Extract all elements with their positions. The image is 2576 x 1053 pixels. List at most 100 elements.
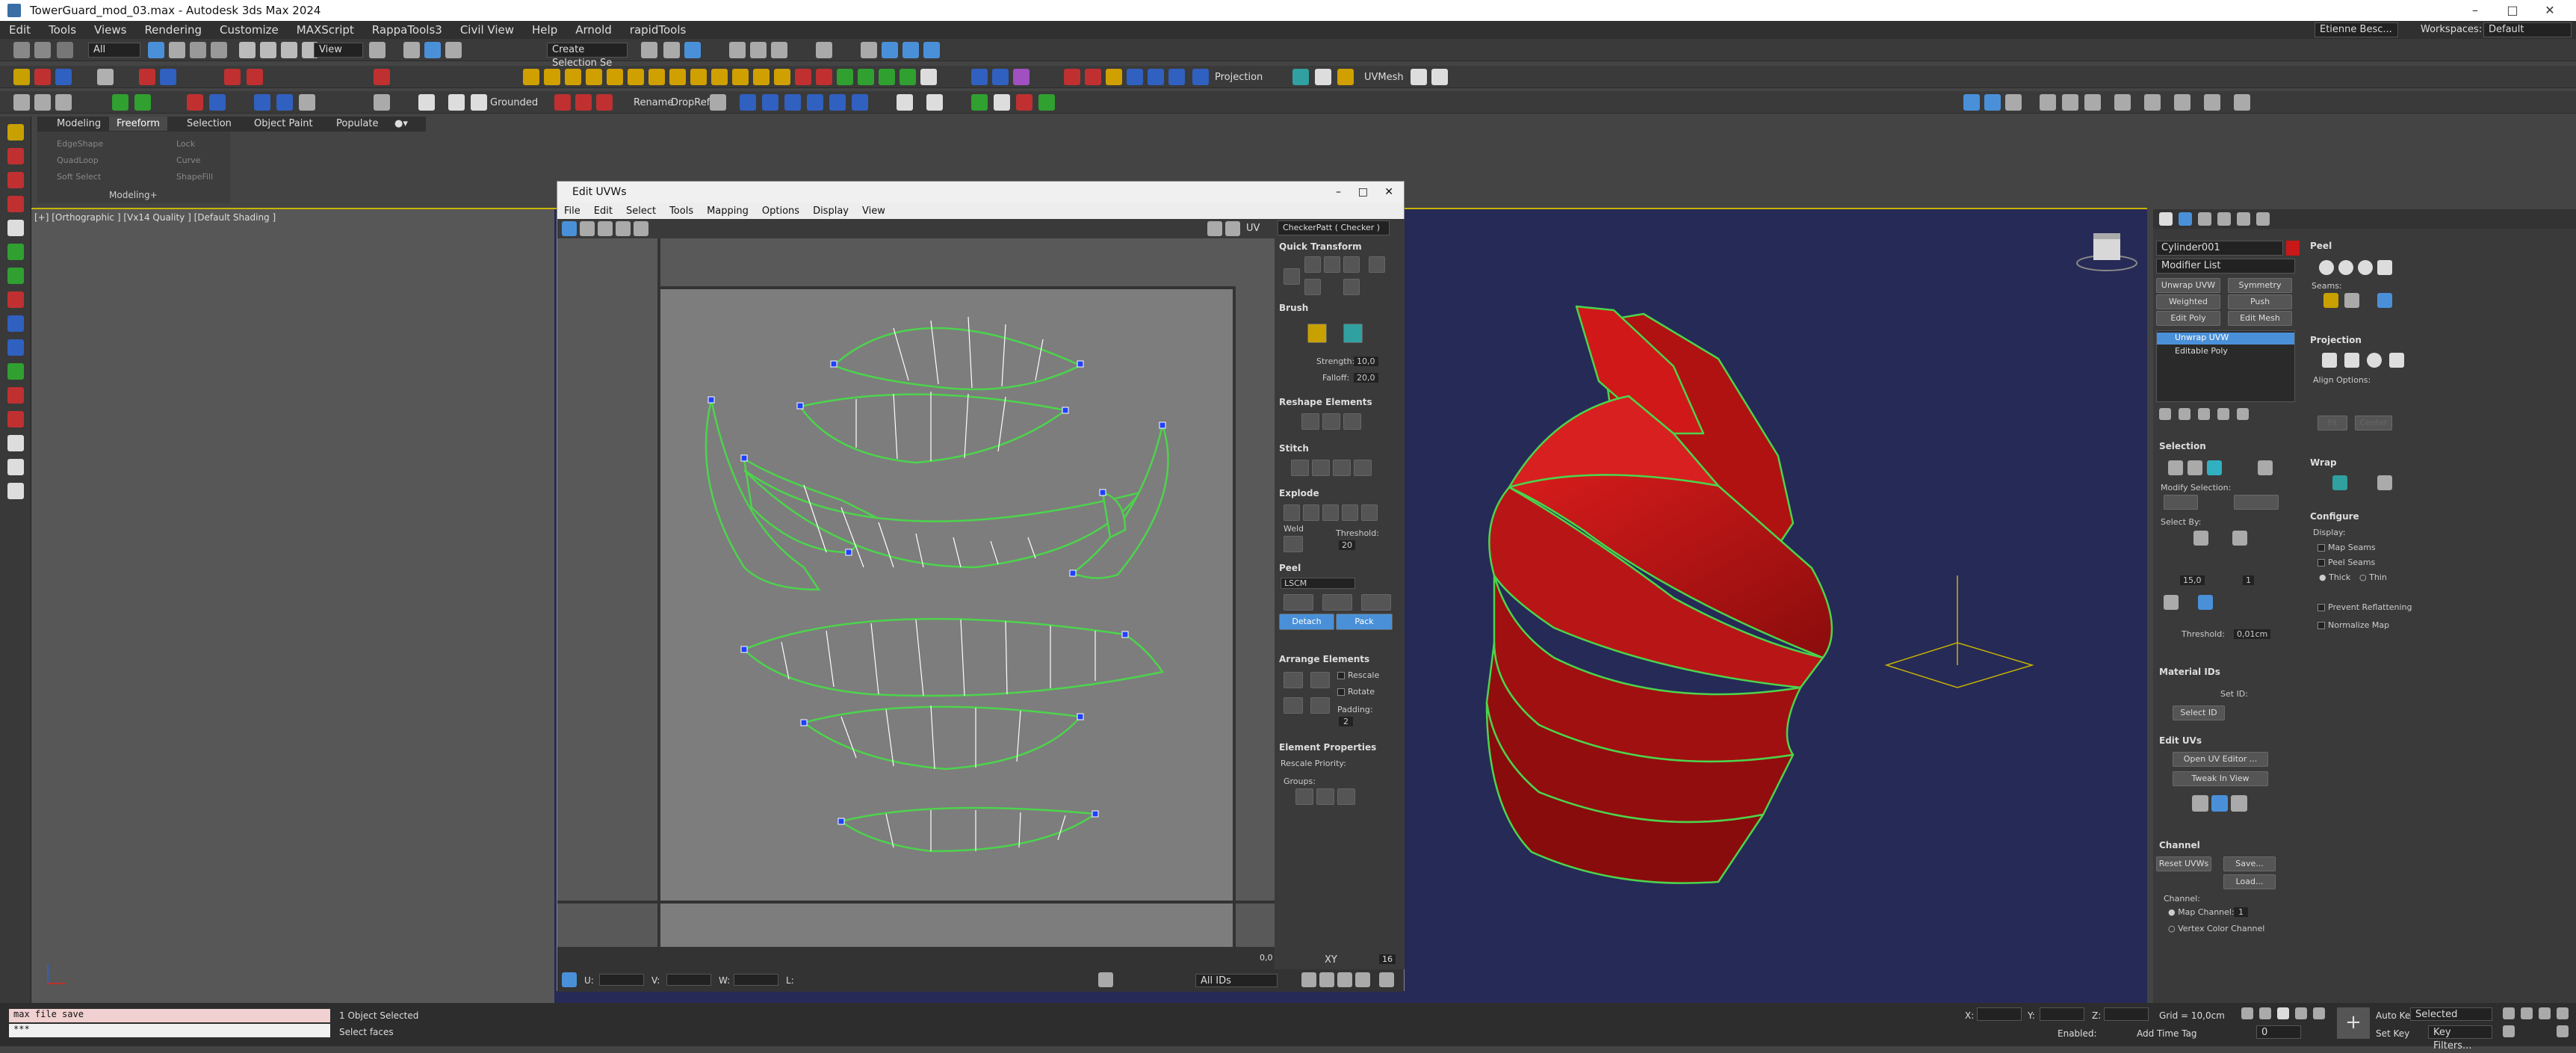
groups-btn-2[interactable] <box>1316 788 1334 805</box>
close-button[interactable]: ✕ <box>2531 0 2569 21</box>
uv-menu-display[interactable]: Display <box>806 206 855 217</box>
menu-rappatools[interactable]: RappaTools3 <box>363 23 451 37</box>
falloff-value[interactable]: 20,0 <box>1354 373 1378 383</box>
strip-icon-9[interactable] <box>7 315 24 332</box>
plugin-icon-6[interactable] <box>160 69 176 85</box>
plugin-icon-29[interactable] <box>920 69 937 85</box>
plugin-icon-15[interactable] <box>628 69 644 85</box>
peel-seams-checkbox[interactable]: Peel Seams <box>2318 558 2375 567</box>
tool-icon-1[interactable] <box>13 94 30 111</box>
qt-btn-2[interactable] <box>1304 256 1321 273</box>
scale-icon[interactable] <box>281 42 297 58</box>
viewport-left-area[interactable] <box>31 209 554 1003</box>
z-coord-field[interactable] <box>2104 1007 2149 1021</box>
tool-icon-38[interactable] <box>2174 94 2190 111</box>
uv-menu-file[interactable]: File <box>557 206 587 217</box>
strip-icon-15[interactable] <box>7 459 24 475</box>
lock-icon[interactable] <box>1098 972 1113 987</box>
tool-icon-18[interactable] <box>740 94 756 111</box>
motion-tab-icon[interactable] <box>2217 212 2231 226</box>
select-manipulate-icon[interactable] <box>403 42 420 58</box>
uv-scale-icon[interactable] <box>598 221 613 236</box>
ref-coord-dropdown[interactable]: View <box>314 43 363 58</box>
uv-editor-titlebar[interactable]: Edit UVWs – □ ✕ <box>557 182 1404 203</box>
qt-btn-4[interactable] <box>1343 256 1360 273</box>
uv-maximize-button[interactable]: □ <box>1358 182 1368 203</box>
hierarchy-tab-icon[interactable] <box>2198 212 2211 226</box>
plugin-icon-16[interactable] <box>648 69 665 85</box>
tab-selection[interactable]: Selection <box>187 118 232 129</box>
map-seams-checkbox[interactable]: Map Seams <box>2318 543 2376 552</box>
plugin-icon-38[interactable] <box>1168 69 1185 85</box>
arrange-btn-3[interactable] <box>1284 697 1303 714</box>
element-properties-header[interactable]: Element Properties <box>1279 742 1376 753</box>
strip-icon-2[interactable] <box>7 148 24 164</box>
zoom-icon[interactable] <box>1319 972 1334 987</box>
menu-views[interactable]: Views <box>85 23 135 37</box>
load-uvws-button[interactable]: Load... <box>2223 874 2276 889</box>
plugin-icon-32[interactable] <box>1013 69 1030 85</box>
plugin-icon-2[interactable] <box>34 69 51 85</box>
ribbon-options-icon[interactable]: ●▾ <box>394 118 408 129</box>
maxscript-input[interactable]: *** <box>9 1024 330 1037</box>
rename-label[interactable]: Rename <box>634 97 673 108</box>
plugin-icon-4[interactable] <box>97 69 114 85</box>
projection-label[interactable]: Projection <box>1215 72 1263 83</box>
link-icon[interactable] <box>57 42 73 58</box>
rect-selection-icon[interactable] <box>190 42 206 58</box>
modifier-list-dropdown[interactable]: Modifier List <box>2156 259 2295 274</box>
stitch-btn-4[interactable] <box>1354 460 1372 476</box>
go-end-icon[interactable] <box>2313 1007 2325 1019</box>
weighted-normals-button[interactable]: Weighted Normals <box>2156 294 2220 320</box>
spline-wrap-icon[interactable] <box>2332 475 2347 490</box>
brush-relax-icon[interactable] <box>1307 324 1327 343</box>
layer-explorer-icon[interactable] <box>729 42 746 58</box>
spherical-map-icon[interactable] <box>2367 353 2382 368</box>
explode-threshold-value[interactable]: 20 <box>1339 540 1355 550</box>
create-tab-icon[interactable] <box>2159 212 2173 226</box>
plugin-icon-44[interactable] <box>1431 69 1448 85</box>
uv-menu-mapping[interactable]: Mapping <box>700 206 755 217</box>
tool-icon-17[interactable] <box>710 94 726 111</box>
zoom-all-icon[interactable] <box>2521 1007 2533 1019</box>
object-name-field[interactable]: Cylinder001 <box>2156 241 2283 256</box>
strip-icon-16[interactable] <box>7 483 24 499</box>
tool-icon-9[interactable] <box>276 94 293 111</box>
tool-icon-31[interactable] <box>1984 94 2001 111</box>
tool-icon-28[interactable] <box>1016 94 1032 111</box>
grow-shrink-button[interactable] <box>2164 495 2198 510</box>
plugin-icon-42[interactable] <box>1337 69 1354 85</box>
uv-freeform-icon[interactable] <box>616 221 631 236</box>
tool-icon-3[interactable] <box>55 94 72 111</box>
menu-edit[interactable]: Edit <box>0 23 40 37</box>
arrange-btn-1[interactable] <box>1284 672 1303 688</box>
workspace-dropdown[interactable]: Default <box>2483 22 2572 37</box>
plugin-icon-1[interactable] <box>13 69 30 85</box>
uv-menu-select[interactable]: Select <box>619 206 663 217</box>
peel-header[interactable]: Peel <box>1279 563 1301 573</box>
minimize-button[interactable]: – <box>2456 0 2494 21</box>
menu-civil-view[interactable]: Civil View <box>451 23 523 37</box>
tool-icon-25[interactable] <box>926 94 943 111</box>
prevent-reflattening-checkbox[interactable]: Prevent Reflattening <box>2318 602 2412 612</box>
select-overlap-icon[interactable] <box>2164 595 2179 610</box>
menu-arnold[interactable]: Arnold <box>566 23 621 37</box>
tool-icon-37[interactable] <box>2144 94 2161 111</box>
dropref-label[interactable]: DropRef <box>671 97 710 108</box>
render-icon[interactable] <box>902 42 919 58</box>
uv-menu-edit[interactable]: Edit <box>587 206 619 217</box>
plugin-icon-12[interactable] <box>565 69 581 85</box>
reshape-btn-3[interactable] <box>1343 413 1361 430</box>
reshape-btn-2[interactable] <box>1322 413 1340 430</box>
stitch-header[interactable]: Stitch <box>1279 443 1309 454</box>
plugin-icon-37[interactable] <box>1148 69 1164 85</box>
brush-header[interactable]: Brush <box>1279 303 1308 313</box>
plugin-icon-36[interactable] <box>1127 69 1143 85</box>
maxscript-listener[interactable]: max file save <box>9 1009 330 1022</box>
ribbon-item-1[interactable]: EdgeShape <box>57 139 103 149</box>
box-map-icon[interactable] <box>2389 353 2404 368</box>
uv-sel-vertex-icon[interactable] <box>562 972 577 987</box>
stack-item-unwrap[interactable]: Unwrap UVW <box>2157 333 2294 345</box>
rescale-checkbox[interactable]: Rescale <box>1337 670 1379 680</box>
select-by-planar-icon[interactable] <box>2232 531 2247 546</box>
